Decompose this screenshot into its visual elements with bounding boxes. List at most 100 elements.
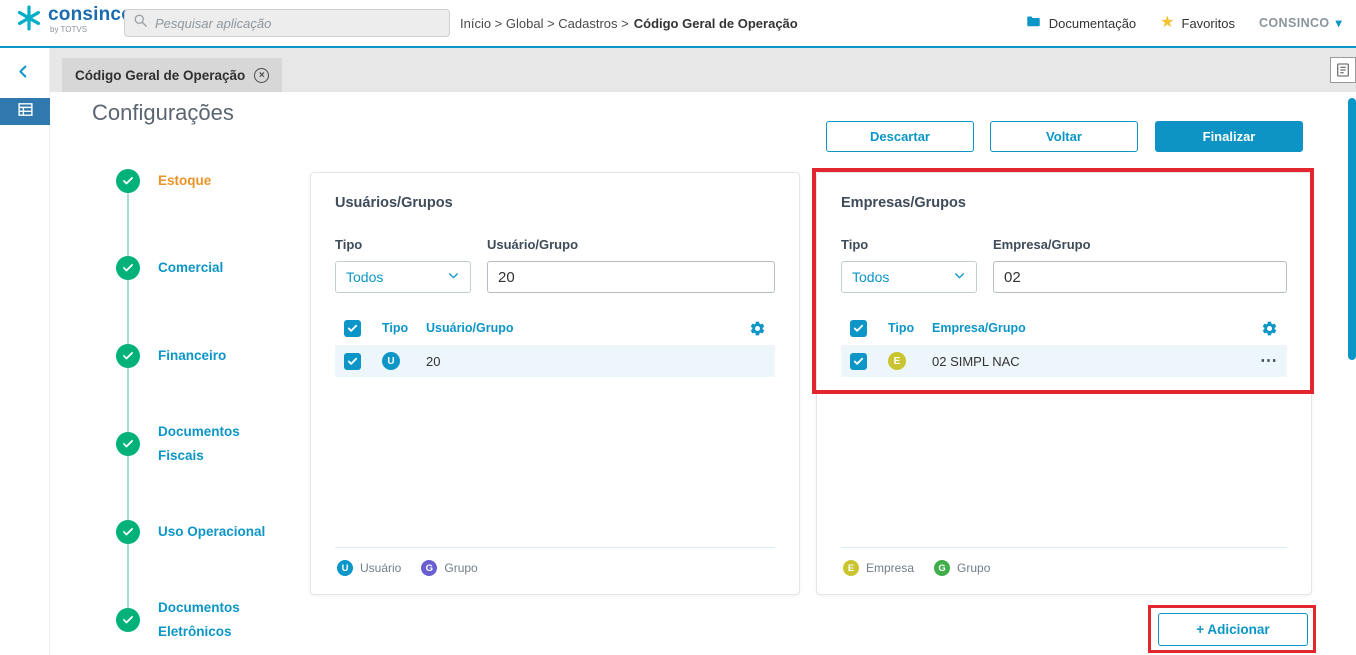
check-circle-icon (116, 608, 140, 632)
usuario-grupo-input[interactable] (487, 261, 775, 293)
legend-label: Usuário (360, 561, 401, 575)
check-circle-icon (116, 520, 140, 544)
consinco-logo-icon (16, 5, 42, 36)
grid-icon (17, 101, 34, 123)
vertical-scrollbar-thumb[interactable] (1348, 98, 1356, 360)
favorites-link[interactable]: ★ Favoritos (1160, 15, 1235, 31)
step-documentos-eletronicos[interactable]: Documentos Eletrônicos (116, 596, 286, 644)
legend-label: Empresa (866, 561, 914, 575)
column-header-tipo: Tipo (382, 321, 426, 335)
tipo-select[interactable]: Todos (841, 261, 977, 293)
tipo-select-value: Todos (346, 269, 383, 285)
group-badge-icon: G (421, 560, 437, 576)
tab-codigo-geral-operacao[interactable]: Código Geral de Operação × (62, 58, 282, 92)
row-checkbox[interactable] (344, 353, 361, 370)
tab-label: Código Geral de Operação (75, 68, 245, 83)
step-estoque[interactable]: Estoque (116, 169, 286, 193)
legend-label: Grupo (444, 561, 477, 575)
search-input[interactable] (155, 16, 441, 31)
step-comercial[interactable]: Comercial (116, 256, 286, 280)
usuarios-grupos-panel: Usuários/Grupos Tipo Usuário/Grupo Todos… (310, 172, 800, 595)
check-circle-icon (116, 432, 140, 456)
adicionar-button[interactable]: + Adicionar (1158, 613, 1308, 646)
table-row: U 20 (335, 345, 775, 377)
step-label: Uso Operacional (158, 520, 286, 544)
empresas-grupos-panel: Empresas/Grupos Tipo Empresa/Grupo Todos… (816, 172, 1312, 595)
panel-title: Empresas/Grupos (841, 195, 1287, 211)
legend-item-grupo: G Grupo (934, 560, 990, 576)
tipo-select[interactable]: Todos (335, 261, 471, 293)
step-documentos-fiscais[interactable]: Documentos Fiscais (116, 420, 286, 468)
app-search[interactable] (124, 9, 450, 37)
row-value: 02 SIMPL NAC (932, 354, 1260, 369)
empresa-grupo-input[interactable] (993, 261, 1287, 293)
tipo-label: Tipo (841, 237, 993, 252)
sidebar-item-forms[interactable] (0, 98, 50, 125)
table-header: Tipo Usuário/Grupo (335, 313, 775, 343)
documentation-label: Documentação (1049, 16, 1136, 31)
collapse-back-icon[interactable] (16, 64, 31, 84)
finalizar-button[interactable]: Finalizar (1155, 121, 1303, 152)
documentation-link[interactable]: Documentação (1025, 14, 1136, 32)
descartar-button[interactable]: Descartar (826, 121, 974, 152)
chevron-down-icon (447, 269, 460, 285)
select-all-checkbox[interactable] (850, 320, 867, 337)
chevron-down-icon: ▾ (1336, 16, 1342, 30)
tab-close-icon[interactable]: × (254, 68, 269, 83)
step-label: Financeiro (158, 344, 286, 368)
step-label: Estoque (158, 169, 286, 193)
row-value: 20 (426, 354, 766, 369)
row-checkbox[interactable] (850, 353, 867, 370)
page-title: Configurações (92, 100, 234, 126)
star-icon: ★ (1160, 15, 1174, 31)
step-label: Documentos Fiscais (158, 420, 286, 468)
gear-icon[interactable] (749, 320, 766, 337)
column-header-empresa-grupo: Empresa/Grupo (932, 321, 1261, 335)
check-circle-icon (116, 256, 140, 280)
more-options-icon[interactable]: ⋯ (1260, 356, 1278, 366)
usuario-grupo-label: Usuário/Grupo (487, 237, 578, 252)
panel-title: Usuários/Grupos (335, 195, 775, 211)
folder-icon (1025, 14, 1042, 32)
stepper-connector-line (127, 181, 129, 620)
step-label: Comercial (158, 256, 286, 280)
table-row: E 02 SIMPL NAC ⋯ (841, 345, 1287, 377)
breadcrumb-current: Código Geral de Operação (634, 16, 798, 31)
brand-name: consinco (48, 5, 133, 24)
legend-item-usuario: U Usuário (337, 560, 401, 576)
search-icon (133, 13, 148, 33)
legend-item-grupo: G Grupo (421, 560, 477, 576)
group-badge-icon: G (934, 560, 950, 576)
voltar-button[interactable]: Voltar (990, 121, 1138, 152)
legend-item-empresa: E Empresa (843, 560, 914, 576)
tipo-label: Tipo (335, 237, 487, 252)
user-menu-label: CONSINCO (1259, 16, 1330, 30)
legend: U Usuário G Grupo (335, 547, 775, 580)
form-list-icon[interactable] (1330, 57, 1356, 83)
breadcrumb-path[interactable]: Início > Global > Cadastros > (460, 16, 629, 31)
table-header: Tipo Empresa/Grupo (841, 313, 1287, 343)
user-badge-icon: U (337, 560, 353, 576)
sidebar (0, 48, 50, 655)
legend-label: Grupo (957, 561, 990, 575)
legend: E Empresa G Grupo (841, 547, 1287, 580)
step-uso-operacional[interactable]: Uso Operacional (116, 520, 286, 544)
chevron-down-icon (953, 269, 966, 285)
breadcrumb: Início > Global > Cadastros > Código Ger… (460, 0, 798, 46)
user-type-badge: U (382, 352, 400, 370)
check-circle-icon (116, 169, 140, 193)
consinco-logo: consinco by TOTVS (16, 5, 133, 36)
company-type-badge: E (888, 352, 906, 370)
step-label: Documentos Eletrônicos (158, 596, 286, 644)
select-all-checkbox[interactable] (344, 320, 361, 337)
tab-bar: Código Geral de Operação × (50, 48, 1356, 92)
check-circle-icon (116, 344, 140, 368)
favorites-label: Favoritos (1182, 16, 1235, 31)
user-menu[interactable]: CONSINCO ▾ (1259, 16, 1342, 30)
gear-icon[interactable] (1261, 320, 1278, 337)
step-financeiro[interactable]: Financeiro (116, 344, 286, 368)
tipo-select-value: Todos (852, 269, 889, 285)
column-header-usuario-grupo: Usuário/Grupo (426, 321, 749, 335)
brand-subtitle: by TOTVS (50, 26, 133, 34)
column-header-tipo: Tipo (888, 321, 932, 335)
